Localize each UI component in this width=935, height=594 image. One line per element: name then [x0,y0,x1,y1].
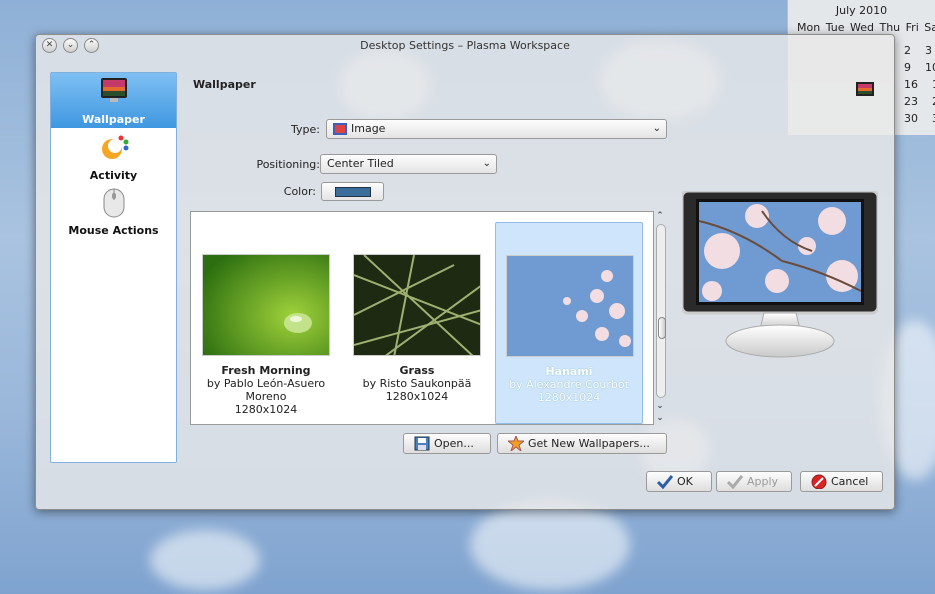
chevron-down-icon: ⌄ [482,158,491,169]
wallpaper-author-text: by Risto Saukonpää [362,377,472,390]
wallpaper-list[interactable]: Fresh Morning by Pablo León-Asuero Moren… [190,211,654,425]
ok-button[interactable]: OK [646,471,712,492]
apply-button[interactable]: Apply [716,471,792,492]
checkmark-icon [727,475,743,489]
list-item[interactable]: Grass by Risto Saukonpää 1280x1024 [343,222,491,424]
color-picker-button[interactable] [321,182,384,201]
cancel-button-label: Cancel [831,475,869,488]
weekday-label: Tue [825,21,845,34]
star-icon [508,436,524,451]
mouse-icon [103,188,124,218]
wallpaper-thumbnail [506,255,634,357]
type-label: Type: [291,123,320,136]
settings-sidebar: Wallpaper Activity Mouse Actions [50,72,177,463]
open-button-label: Open... [434,437,474,450]
wallpaper-name: Fresh Morning [221,364,311,377]
calendar-day[interactable]: 2 [904,44,911,61]
weekday-label: Wed [850,21,874,34]
scroll-down-button-2[interactable]: ⌄ [653,413,667,423]
sidebar-item-label: Mouse Actions [68,224,159,237]
wallpaper-name: Grass [399,364,435,377]
calendar-title[interactable]: July 2010 [788,0,935,18]
window-title: Desktop Settings – Plasma Workspace [360,39,570,52]
activity-icon [101,135,128,159]
calendar-days: 23 910 1617 2324 3031 [904,44,935,129]
apply-button-label: Apply [747,475,779,488]
wallpaper-thumbnail [202,254,330,356]
wallpaper-author-text: by Alexandre Courbot [509,378,629,391]
calendar-day[interactable]: 30 [904,112,918,129]
scroll-up-button[interactable]: ⌃ [653,211,667,221]
cancel-icon [811,474,827,489]
checkmark-icon [657,475,673,489]
ok-button-label: OK [677,475,693,488]
wallpaper-icon [100,78,127,102]
positioning-value: Center Tiled [327,157,394,170]
wallpaper-author: by Risto Saukonpää 1280x1024 [347,377,487,403]
wallpaper-preview-monitor [682,191,878,358]
wallpaper-thumbnail [353,254,481,356]
image-icon [333,123,347,135]
sidebar-item-activity[interactable]: Activity [51,129,176,184]
wallpaper-icon [856,82,874,96]
color-label: Color: [283,185,316,198]
calendar-day[interactable]: 10 [925,61,935,78]
scroll-down-button[interactable]: ⌄ [653,401,667,411]
weekday-label: Thu [879,21,901,34]
wallpaper-size: 1280x1024 [537,391,601,404]
chevron-up-icon: ⌃ [656,211,664,221]
chevron-down-icon: ⌄ [656,413,664,423]
open-wallpaper-button[interactable]: Open... [403,433,491,454]
weekday-label: Sat [924,21,935,34]
sidebar-item-label: Activity [89,169,138,182]
wallpaper-list-scrollbar[interactable]: ⌃ ⌄ ⌄ [653,211,667,425]
sidebar-item-wallpaper[interactable]: Wallpaper [51,73,176,128]
floppy-disk-icon [414,436,430,451]
weekday-label: Mon [797,21,821,34]
get-new-button-label: Get New Wallpapers... [528,437,650,450]
type-select[interactable]: Image ⌄ [326,119,667,139]
cancel-button[interactable]: Cancel [800,471,883,492]
wallpaper-author-text: by Pablo León-Asuero Moreno [206,377,326,403]
positioning-label: Positioning: [256,158,320,171]
calendar-day[interactable]: 9 [904,61,911,78]
positioning-select[interactable]: Center Tiled ⌄ [320,154,497,174]
desktop-settings-dialog: ✕ ⌄ ⌃ Desktop Settings – Plasma Workspac… [35,34,895,510]
title-bar[interactable]: ✕ ⌄ ⌃ Desktop Settings – Plasma Workspac… [36,35,894,57]
list-item-selected[interactable]: Hanami by Alexandre Courbot 1280x1024 [495,222,643,424]
wallpaper-name: Hanami [545,365,593,378]
color-swatch [335,187,371,197]
chevron-down-icon: ⌄ [656,401,664,411]
wallpaper-size: 1280x1024 [234,403,298,416]
calendar-weekdays: Mon Tue Wed Thu Fri Sat [797,21,935,34]
wallpaper-size: 1280x1024 [385,390,449,403]
chevron-down-icon: ⌄ [652,123,661,134]
sidebar-item-mouse-actions[interactable]: Mouse Actions [51,184,176,239]
page-title: Wallpaper [193,78,256,91]
type-value: Image [351,122,386,135]
calendar-day[interactable]: 23 [904,95,918,112]
get-new-wallpapers-button[interactable]: Get New Wallpapers... [497,433,667,454]
calendar-day[interactable]: 3 [925,44,932,61]
calendar-day[interactable]: 16 [904,78,918,95]
weekday-label: Fri [905,21,919,34]
list-item[interactable]: Fresh Morning by Pablo León-Asuero Moren… [192,222,340,424]
scrollbar-thumb[interactable] [658,317,666,339]
sidebar-item-label: Wallpaper [82,113,145,126]
scrollbar-track[interactable] [656,224,666,398]
wallpaper-author: by Alexandre Courbot 1280x1024 [500,378,638,404]
wallpaper-author: by Pablo León-Asuero Moreno 1280x1024 [196,377,336,416]
